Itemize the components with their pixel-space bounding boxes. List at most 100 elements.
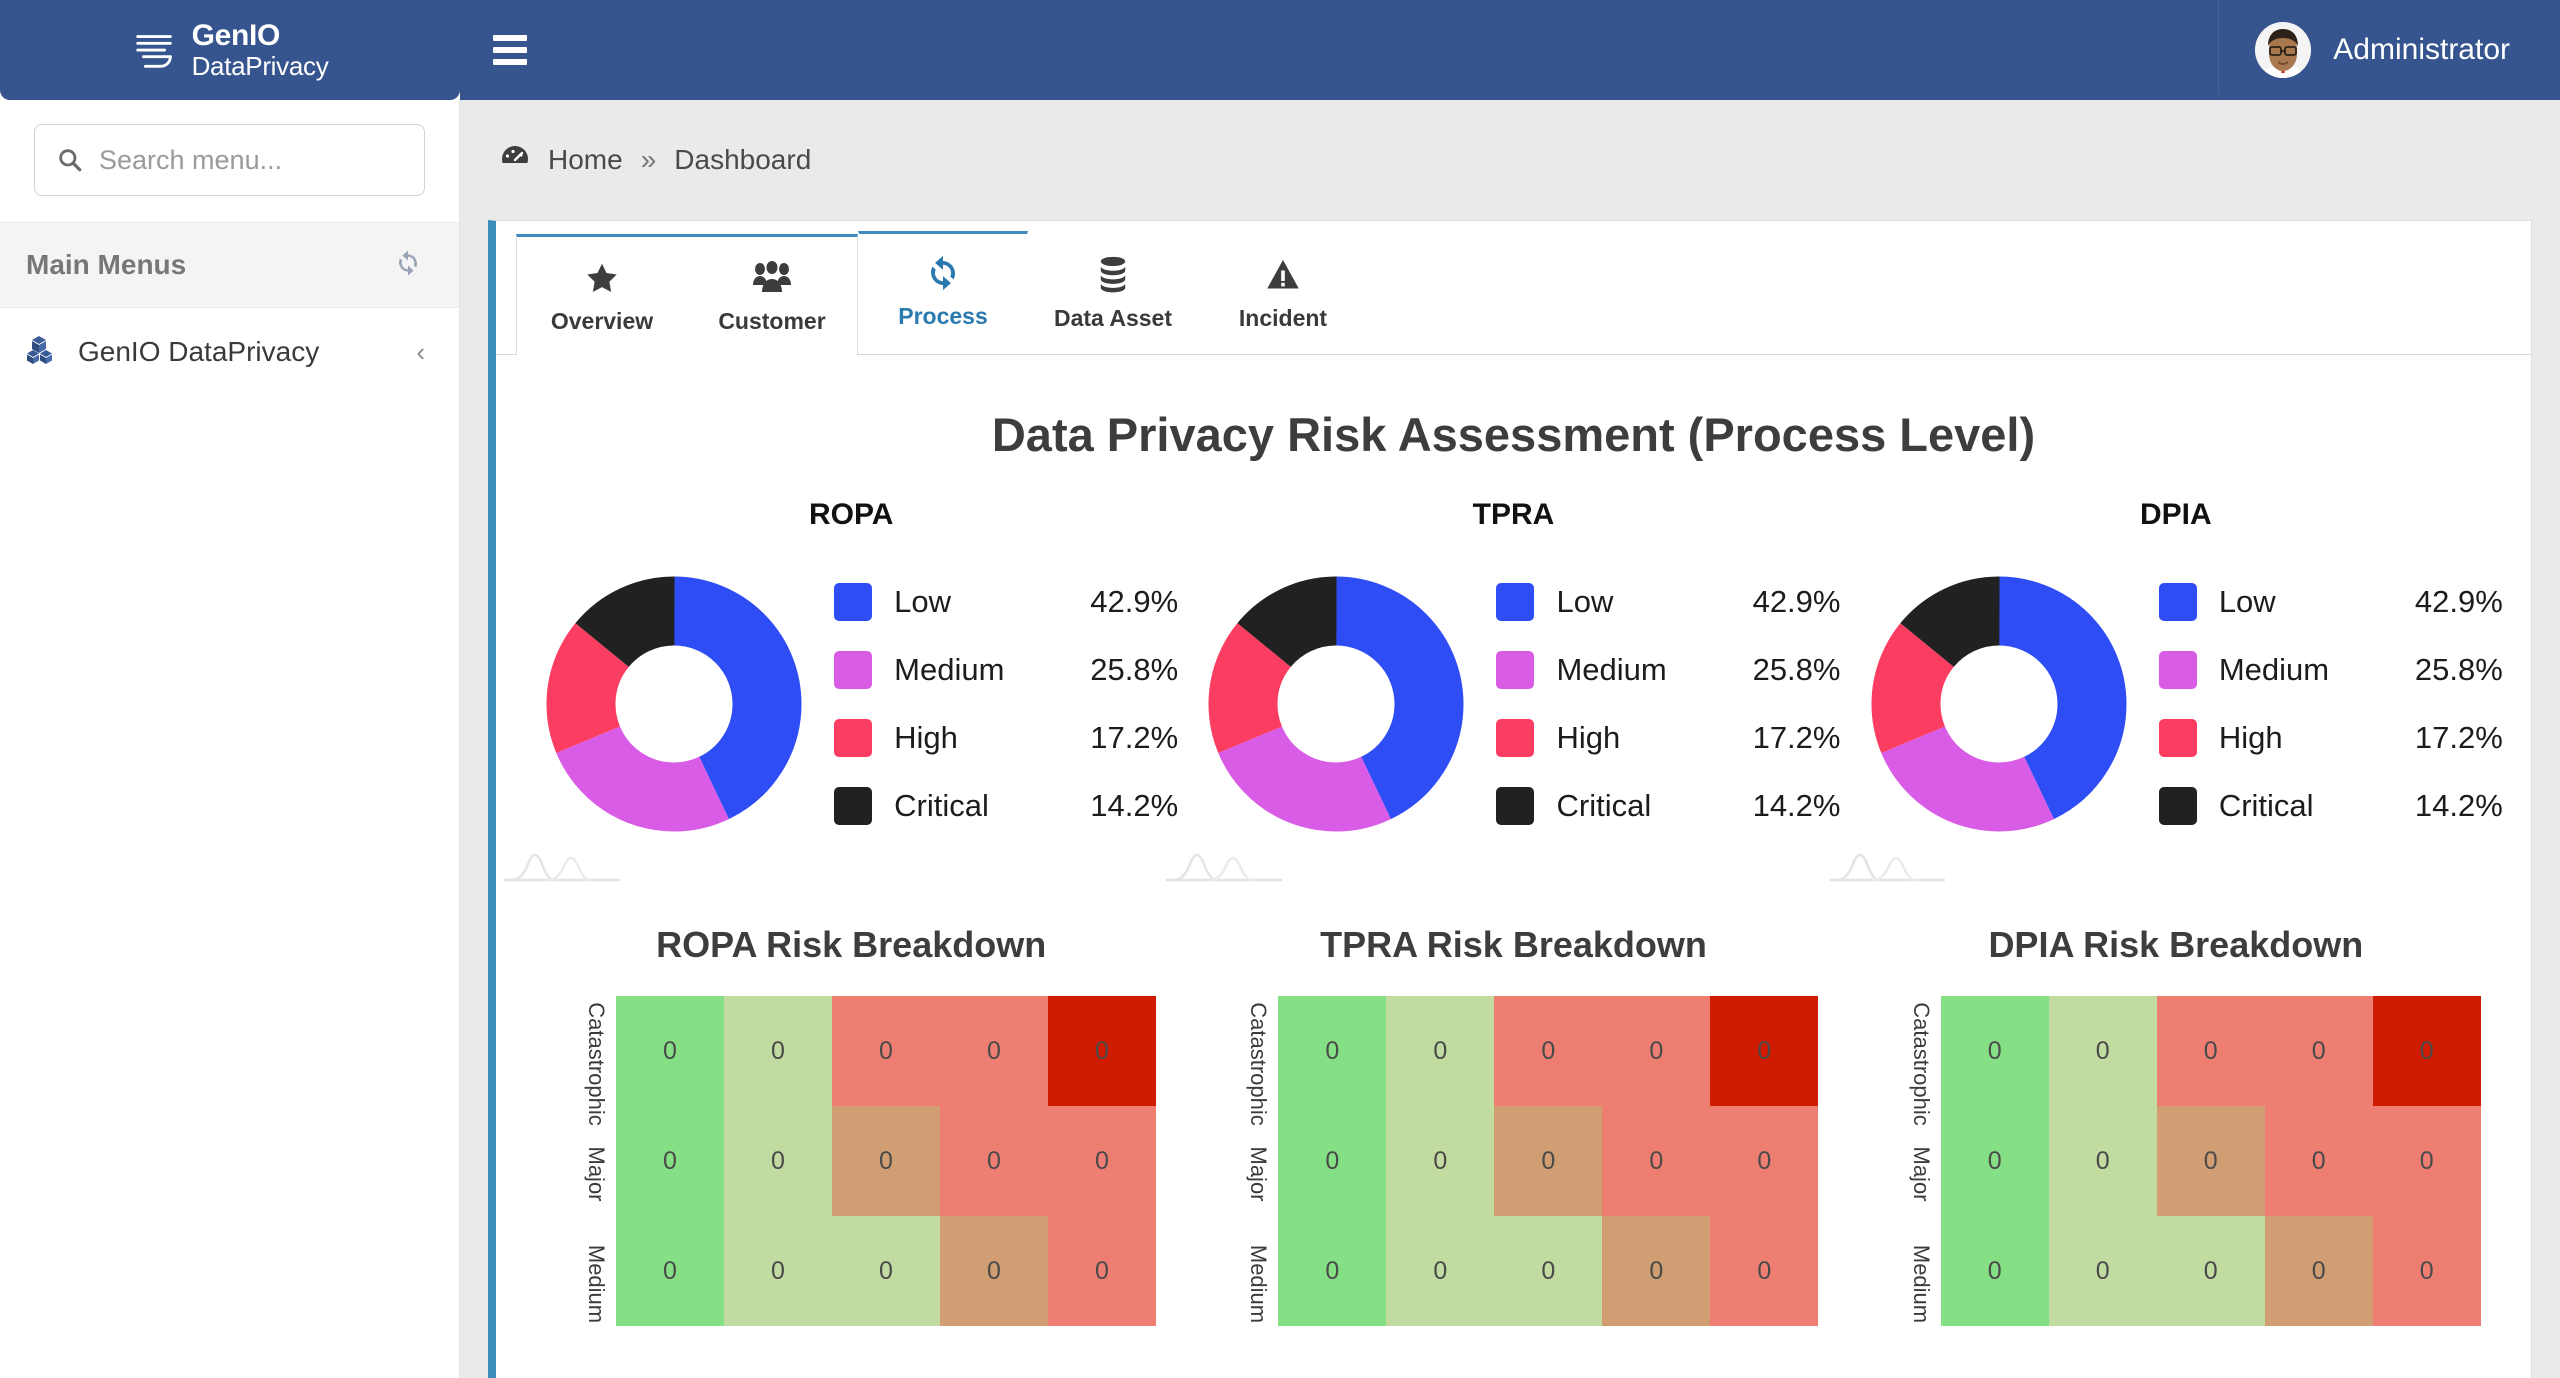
menu-toggle-button[interactable] bbox=[460, 0, 560, 100]
heatmap-cell[interactable]: 0 bbox=[724, 1106, 832, 1216]
refresh-icon[interactable] bbox=[393, 248, 423, 283]
legend-item[interactable]: High 17.2% bbox=[2158, 719, 2503, 757]
genio-logo-icon bbox=[135, 35, 172, 68]
legend-swatch-high bbox=[834, 719, 873, 757]
heatmap-cell[interactable]: 0 bbox=[2156, 1216, 2265, 1326]
legend-item[interactable]: Critical 14.2% bbox=[1496, 787, 1840, 825]
heatmap-cell[interactable]: 0 bbox=[1602, 1216, 1711, 1326]
heatmap-cell[interactable]: 0 bbox=[2048, 996, 2157, 1106]
chart-watermark-icon bbox=[1828, 853, 1945, 882]
heatmap-cell[interactable]: 0 bbox=[1278, 1216, 1387, 1326]
heatmap-cell[interactable]: 0 bbox=[1710, 1106, 1819, 1216]
heatmap-cell[interactable]: 0 bbox=[1048, 996, 1156, 1106]
tab-label: Customer bbox=[718, 308, 826, 334]
heatmap-cell[interactable]: 0 bbox=[1602, 996, 1711, 1106]
heatmap-cell[interactable]: 0 bbox=[2372, 996, 2481, 1106]
user-menu[interactable]: Administrator bbox=[2218, 0, 2560, 100]
legend-value: 42.9% bbox=[1752, 584, 1841, 619]
heatmap-cell[interactable]: 0 bbox=[1710, 996, 1819, 1106]
legend-item[interactable]: High 17.2% bbox=[1496, 719, 1840, 757]
heatmap-cell[interactable]: 0 bbox=[832, 1106, 940, 1216]
tab-incident[interactable]: Incident bbox=[1198, 234, 1368, 352]
heatmap-cell[interactable]: 0 bbox=[724, 996, 832, 1106]
legend-item[interactable]: Medium 25.8% bbox=[2158, 651, 2503, 689]
heatmap-cell[interactable]: 0 bbox=[1386, 1216, 1495, 1326]
tab-customer[interactable]: Customer bbox=[687, 237, 857, 355]
legend-item[interactable]: Low 42.9% bbox=[2158, 583, 2503, 621]
heatmap-cell[interactable]: 0 bbox=[1278, 996, 1387, 1106]
legend-item[interactable]: Medium 25.8% bbox=[834, 651, 1178, 689]
heatmap-cell[interactable]: 0 bbox=[2048, 1106, 2157, 1216]
heatmap-cell[interactable]: 0 bbox=[2264, 1106, 2373, 1216]
heatmap-cell[interactable]: 0 bbox=[1494, 1216, 1603, 1326]
donut-svg[interactable] bbox=[1849, 554, 2149, 854]
breadcrumb-home[interactable]: Home bbox=[548, 144, 623, 176]
heatmap-cell[interactable]: 0 bbox=[2156, 1106, 2265, 1216]
heatmap-cell[interactable]: 0 bbox=[2156, 996, 2265, 1106]
heatmap-cell[interactable]: 0 bbox=[832, 996, 940, 1106]
heatmap-grid: 0 0 0 0 0 0 0 0 0 0 0 0 0 0 0 bbox=[1940, 996, 2481, 1326]
heatmap-cell[interactable]: 0 bbox=[940, 996, 1048, 1106]
heatmap-cell[interactable]: 0 bbox=[1710, 1216, 1819, 1326]
search-icon bbox=[59, 149, 82, 172]
donut-holder bbox=[1166, 554, 1486, 882]
heatmap-cell[interactable]: 0 bbox=[2264, 996, 2373, 1106]
legend-value: 17.2% bbox=[2414, 720, 2503, 755]
legend-item[interactable]: Low 42.9% bbox=[834, 583, 1178, 621]
sidebar-item-genio-dataprivacy[interactable]: GenIO DataPrivacy ‹ bbox=[0, 308, 459, 396]
donut-chart-dpia: DPIA Low 42.9% Medium 25.8% High 17.2% C… bbox=[1828, 498, 2507, 882]
heatmap-cell[interactable]: 0 bbox=[1494, 996, 1603, 1106]
heatmap-wrap: Catastrophic Major Medium 0 0 0 0 0 0 0 bbox=[1182, 996, 1844, 1326]
heatmap-cell[interactable]: 0 bbox=[616, 1216, 724, 1326]
donut-svg[interactable] bbox=[1186, 554, 1486, 854]
search-box[interactable] bbox=[34, 124, 453, 196]
heatmap-cell[interactable]: 0 bbox=[2372, 1216, 2481, 1326]
heatmap-cell[interactable]: 0 bbox=[1940, 1106, 2049, 1216]
heatmap-cell[interactable]: 0 bbox=[1048, 1106, 1156, 1216]
heatmap-cell[interactable]: 0 bbox=[940, 1216, 1048, 1326]
heatmap-cell[interactable]: 0 bbox=[2372, 1106, 2481, 1216]
donut-svg[interactable] bbox=[524, 554, 824, 854]
legend-value: 14.2% bbox=[2414, 788, 2503, 823]
legend-item[interactable]: Critical 14.2% bbox=[834, 787, 1178, 825]
heatmap-cell[interactable]: 0 bbox=[1940, 996, 2049, 1106]
breadcrumb: Home » Dashboard bbox=[460, 100, 2560, 220]
legend-item[interactable]: Critical 14.2% bbox=[2158, 787, 2503, 825]
heatmap-cell[interactable]: 0 bbox=[724, 1216, 832, 1326]
y-tick-label: Catastrophic bbox=[584, 1002, 609, 1126]
legend-item[interactable]: High 17.2% bbox=[834, 719, 1178, 757]
heatmap-cell[interactable]: 0 bbox=[1386, 1106, 1495, 1216]
heatmap-cell[interactable]: 0 bbox=[1386, 996, 1495, 1106]
donut-charts-row: ROPA Low 42.9% Medium 25.8% High 17.2% C… bbox=[504, 498, 2507, 882]
heatmap-cell[interactable]: 0 bbox=[1278, 1106, 1387, 1216]
chevron-left-icon[interactable]: ‹ bbox=[416, 337, 425, 368]
search-input[interactable] bbox=[99, 144, 453, 176]
legend-label: Low bbox=[894, 584, 952, 619]
dashboard-card: Overview Customer Process Data Asset Inc… bbox=[488, 220, 2532, 1378]
legend-swatch-high bbox=[1496, 719, 1535, 757]
brand-logo[interactable]: GenIO DataPrivacy bbox=[0, 0, 460, 100]
heatmap-grid: 0 0 0 0 0 0 0 0 0 0 0 0 0 0 0 bbox=[1278, 996, 1819, 1326]
heatmap-cell[interactable]: 0 bbox=[1602, 1106, 1711, 1216]
heatmap-cell[interactable]: 0 bbox=[2264, 1216, 2373, 1326]
heatmap-cell[interactable]: 0 bbox=[1940, 1216, 2049, 1326]
tab-data-asset[interactable]: Data Asset bbox=[1028, 234, 1198, 352]
sidebar-item-label: GenIO DataPrivacy bbox=[78, 336, 320, 367]
tab-overview[interactable]: Overview bbox=[517, 237, 687, 355]
heatmap-cell[interactable]: 0 bbox=[616, 1106, 724, 1216]
heatmap-cell[interactable]: 0 bbox=[616, 996, 724, 1106]
heatmap-cell[interactable]: 0 bbox=[1048, 1216, 1156, 1326]
heatmap-cell[interactable]: 0 bbox=[2048, 1216, 2157, 1326]
tab-label: Overview bbox=[550, 308, 654, 334]
heatmap-cell[interactable]: 0 bbox=[832, 1216, 940, 1326]
heatmap-cell[interactable]: 0 bbox=[1494, 1106, 1603, 1216]
heatmap-cell[interactable]: 0 bbox=[940, 1106, 1048, 1216]
legend-item[interactable]: Low 42.9% bbox=[1496, 583, 1840, 621]
tab-process[interactable]: Process bbox=[858, 231, 1028, 349]
legend-item[interactable]: Medium 25.8% bbox=[1496, 651, 1840, 689]
legend-value: 42.9% bbox=[2414, 584, 2503, 619]
tab-group-left: Overview Customer bbox=[516, 234, 858, 355]
chart-title: ROPA Risk Breakdown bbox=[656, 924, 1047, 965]
legend-value: 14.2% bbox=[1090, 788, 1179, 823]
y-tick-label: Medium bbox=[1908, 1244, 1934, 1324]
